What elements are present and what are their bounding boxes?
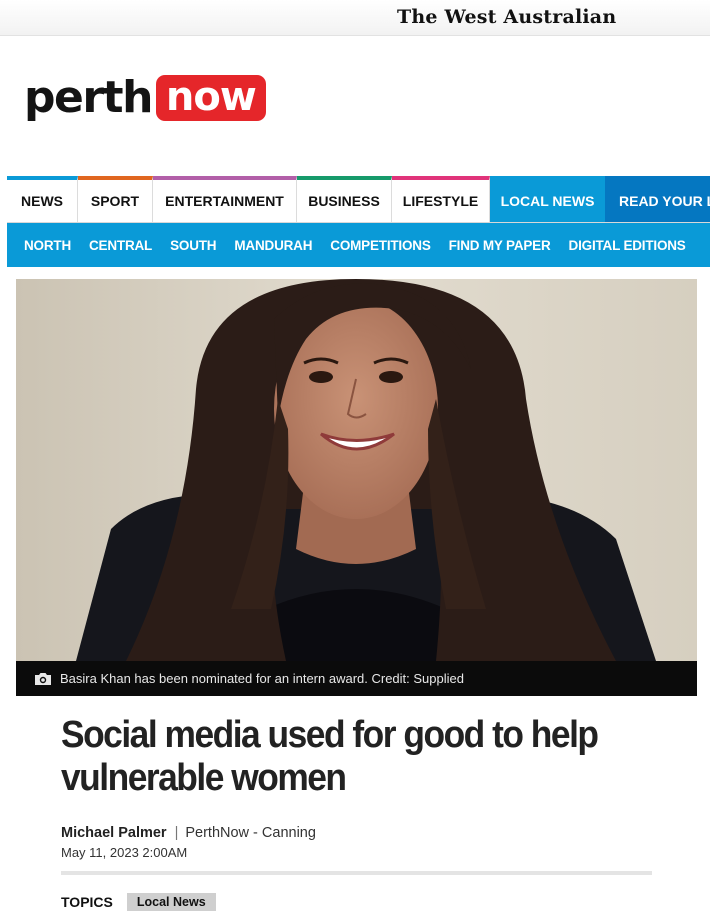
nav-tab-business[interactable]: BUSINESS [297, 176, 392, 222]
subnav-digital-editions[interactable]: DIGITAL EDITIONS [569, 238, 686, 253]
logo-now-badge: now [155, 75, 266, 121]
nav-tab-sport[interactable]: SPORT [78, 176, 153, 222]
topics-label: TOPICS [61, 894, 113, 910]
subnav-north[interactable]: NORTH [24, 238, 71, 253]
nav-tab-label: LOCAL NEWS [500, 192, 595, 209]
nav-tab-label: NEWS [21, 192, 63, 209]
nav-tab-local-news[interactable]: LOCAL NEWS [490, 176, 605, 222]
author-name[interactable]: Michael Palmer [61, 825, 167, 841]
nav-tab-read-your-local[interactable]: READ YOUR LO [605, 176, 710, 222]
perthnow-logo[interactable]: perth now [24, 74, 266, 122]
nav-tab-label: LIFESTYLE [402, 192, 479, 209]
the-west-australian-logo[interactable]: The West Australian [397, 6, 616, 28]
nav-tab-label: READ YOUR LO [619, 192, 710, 209]
hero-image[interactable] [16, 279, 697, 661]
nav-tab-news[interactable]: NEWS [7, 176, 78, 222]
subnav-south[interactable]: SOUTH [170, 238, 216, 253]
camera-icon [35, 672, 51, 685]
topic-tag-local-news[interactable]: Local News [126, 893, 216, 911]
topics-row: TOPICS Local News [61, 893, 216, 911]
subnav-central[interactable]: CENTRAL [89, 238, 152, 253]
publish-date: May 11, 2023 2:00AM [61, 845, 188, 860]
image-caption-bar: Basira Khan has been nominated for an in… [16, 661, 697, 696]
portrait-photo [16, 279, 697, 661]
logo-perth-text: perth [24, 72, 153, 123]
nav-tab-entertainment[interactable]: ENTERTAINMENT [153, 176, 297, 222]
divider [61, 871, 652, 875]
nav-tab-label: ENTERTAINMENT [165, 192, 284, 209]
byline: Michael Palmer | PerthNow - Canning [61, 825, 316, 841]
subnav-competitions[interactable]: COMPETITIONS [330, 238, 431, 253]
secondary-nav: NORTH CENTRAL SOUTH MANDURAH COMPETITION… [7, 223, 710, 267]
subnav-find-my-paper[interactable]: FIND MY PAPER [449, 238, 551, 253]
nav-tab-label: SPORT [90, 192, 140, 209]
subnav-mandurah[interactable]: MANDURAH [234, 238, 312, 253]
masthead-strip: The West Australian [0, 0, 710, 36]
nav-tab-label: BUSINESS [308, 192, 380, 209]
primary-nav: NEWS SPORT ENTERTAINMENT BUSINESS LIFEST… [7, 176, 710, 223]
article-source: PerthNow - Canning [185, 825, 316, 841]
image-caption: Basira Khan has been nominated for an in… [60, 671, 464, 686]
article-headline: Social media used for good to help vulne… [61, 714, 599, 799]
byline-separator: | [174, 825, 179, 841]
nav-tab-lifestyle[interactable]: LIFESTYLE [392, 176, 490, 222]
